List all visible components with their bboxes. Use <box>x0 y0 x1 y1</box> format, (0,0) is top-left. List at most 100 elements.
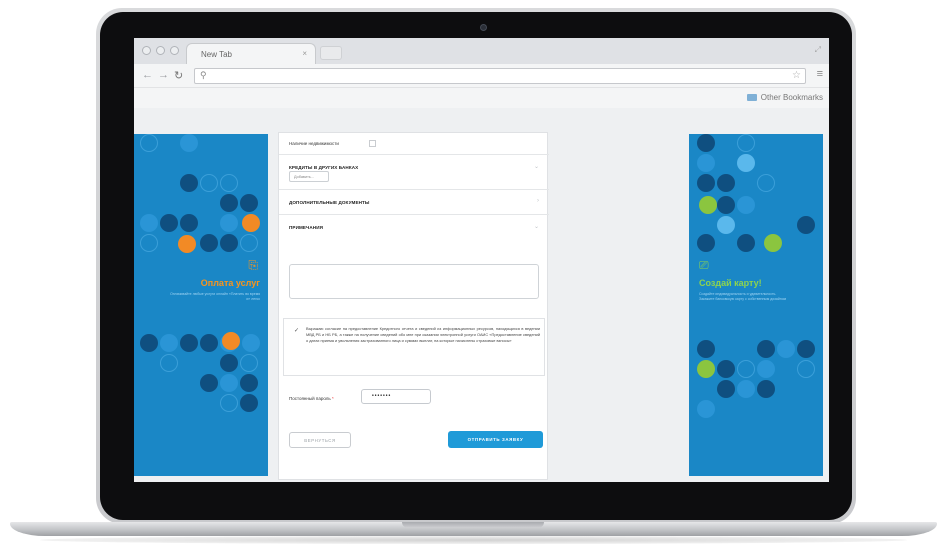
decor-circle <box>697 234 715 252</box>
decor-circle <box>757 360 775 378</box>
documents-section: ДОПОЛНИТЕЛЬНЫЕ ДОКУМЕНТЫ › <box>279 190 549 215</box>
decor-circle <box>242 334 260 352</box>
laptop-base-notch <box>402 522 544 528</box>
decor-circle <box>222 332 240 350</box>
payment-icon: ⎘ <box>248 258 258 272</box>
decor-circle <box>220 214 238 232</box>
chevron-down-icon[interactable]: ⌄ <box>534 163 539 170</box>
bookmarks-bar: Other Bookmarks <box>134 88 829 108</box>
menu-icon[interactable]: ≡ <box>817 68 823 80</box>
decor-circle <box>240 234 258 252</box>
decor-circle <box>200 234 218 252</box>
decor-circle <box>178 235 196 253</box>
decor-circle <box>160 334 178 352</box>
decor-circle <box>220 394 238 412</box>
notes-section-title[interactable]: ПРИМЕЧАНИЯ <box>289 225 323 230</box>
laptop-mockup: New Tab × ⤢ ← → ↻ ⚲ ☆ ≡ Other Bookmarks <box>0 0 947 551</box>
decor-circle <box>220 374 238 392</box>
decor-circle <box>697 360 715 378</box>
new-tab-button[interactable] <box>320 46 342 60</box>
decor-circle <box>737 134 755 152</box>
decor-circle <box>220 194 238 212</box>
reload-icon[interactable]: ↻ <box>174 69 183 82</box>
decor-circle <box>180 174 198 192</box>
credits-section: КРЕДИТЫ В ДРУГИХ БАНКАХ ⌄ Добавить... <box>279 155 549 190</box>
decor-circle <box>200 374 218 392</box>
bookmark-star-icon[interactable]: ☆ <box>792 70 801 81</box>
credits-section-title[interactable]: КРЕДИТЫ В ДРУГИХ БАНКАХ <box>289 165 358 170</box>
decor-circle <box>717 174 735 192</box>
property-checkbox[interactable] <box>369 140 376 147</box>
banner-title: Оплата услуг <box>200 278 260 288</box>
decor-circle <box>200 334 218 352</box>
decor-circle <box>140 234 158 252</box>
screen: New Tab × ⤢ ← → ↻ ⚲ ☆ ≡ Other Bookmarks <box>134 38 829 482</box>
banner-payments[interactable]: ⎘ Оплата услуг Оплачивайте любые услуги … <box>134 134 268 476</box>
page-content: ⎘ Оплата услуг Оплачивайте любые услуги … <box>134 132 829 482</box>
decor-circle <box>180 334 198 352</box>
back-button[interactable]: ВЕРНУТЬСЯ <box>289 432 351 448</box>
laptop-shadow <box>40 536 907 544</box>
decor-circle <box>240 194 258 212</box>
other-bookmarks[interactable]: Other Bookmarks <box>746 93 823 102</box>
decor-circle <box>797 340 815 358</box>
decor-circle <box>737 234 755 252</box>
decor-circle <box>140 214 158 232</box>
decor-circle <box>717 360 735 378</box>
decor-circle <box>220 234 238 252</box>
search-icon: ⚲ <box>200 70 207 80</box>
decor-circle <box>717 196 735 214</box>
page-top-band <box>134 108 829 132</box>
decor-circle <box>757 174 775 192</box>
decor-circle <box>737 196 755 214</box>
folder-icon <box>746 94 757 101</box>
decor-circle <box>697 154 715 172</box>
close-icon[interactable]: × <box>302 49 307 58</box>
decor-circle <box>220 174 238 192</box>
resize-icon[interactable]: ⤢ <box>815 45 821 55</box>
property-row: Наличие недвижимости <box>279 133 549 155</box>
camera-icon <box>480 24 487 31</box>
notes-textarea[interactable] <box>289 264 539 299</box>
decor-circle <box>697 134 715 152</box>
decor-circle <box>737 154 755 172</box>
decor-circle <box>160 354 178 372</box>
address-bar[interactable]: ⚲ ☆ <box>194 68 806 84</box>
add-credit-button[interactable]: Добавить... <box>289 171 329 182</box>
chevron-down-icon[interactable]: ⌄ <box>534 223 539 230</box>
decor-circle <box>697 340 715 358</box>
decor-circle <box>180 214 198 232</box>
submit-application-button[interactable]: ОТПРАВИТЬ ЗАЯВКУ <box>448 431 543 448</box>
window-controls <box>142 46 179 55</box>
maximize-window-button[interactable] <box>170 46 179 55</box>
back-arrow-icon[interactable]: ← <box>142 69 153 81</box>
minimize-window-button[interactable] <box>156 46 165 55</box>
tab-title: New Tab <box>201 50 232 59</box>
forward-arrow-icon[interactable]: → <box>158 69 169 81</box>
decor-circle <box>140 334 158 352</box>
chevron-right-icon[interactable]: › <box>537 198 539 204</box>
decor-circle <box>240 354 258 372</box>
close-window-button[interactable] <box>142 46 151 55</box>
decor-circle <box>697 174 715 192</box>
bookmarks-label: Other Bookmarks <box>760 93 823 102</box>
consent-text: Выражаю согласие на предоставление Креди… <box>306 326 540 344</box>
decor-circle <box>240 394 258 412</box>
decor-circle <box>737 360 755 378</box>
tab-new-tab[interactable]: New Tab × <box>186 43 316 64</box>
decor-circle <box>180 134 198 152</box>
decor-circle <box>240 374 258 392</box>
decor-circle <box>200 174 218 192</box>
decor-circle <box>797 216 815 234</box>
decor-circle <box>699 196 717 214</box>
password-label-text: Постоянный пароль <box>289 396 331 401</box>
banner-create-card[interactable]: ⎚ Создай карту! Создайте индивидуальност… <box>689 134 823 476</box>
consent-block: ✓ Выражаю согласие на предоставление Кре… <box>283 318 545 376</box>
decor-circle <box>797 360 815 378</box>
documents-section-title[interactable]: ДОПОЛНИТЕЛЬНЫЕ ДОКУМЕНТЫ <box>289 200 370 205</box>
consent-checkbox[interactable]: ✓ <box>294 327 299 334</box>
password-input[interactable]: ••••••• <box>361 389 431 404</box>
card-icon: ⎚ <box>699 258 709 272</box>
property-label: Наличие недвижимости <box>289 141 339 146</box>
browser-toolbar: ← → ↻ ⚲ ☆ ≡ <box>134 64 829 88</box>
